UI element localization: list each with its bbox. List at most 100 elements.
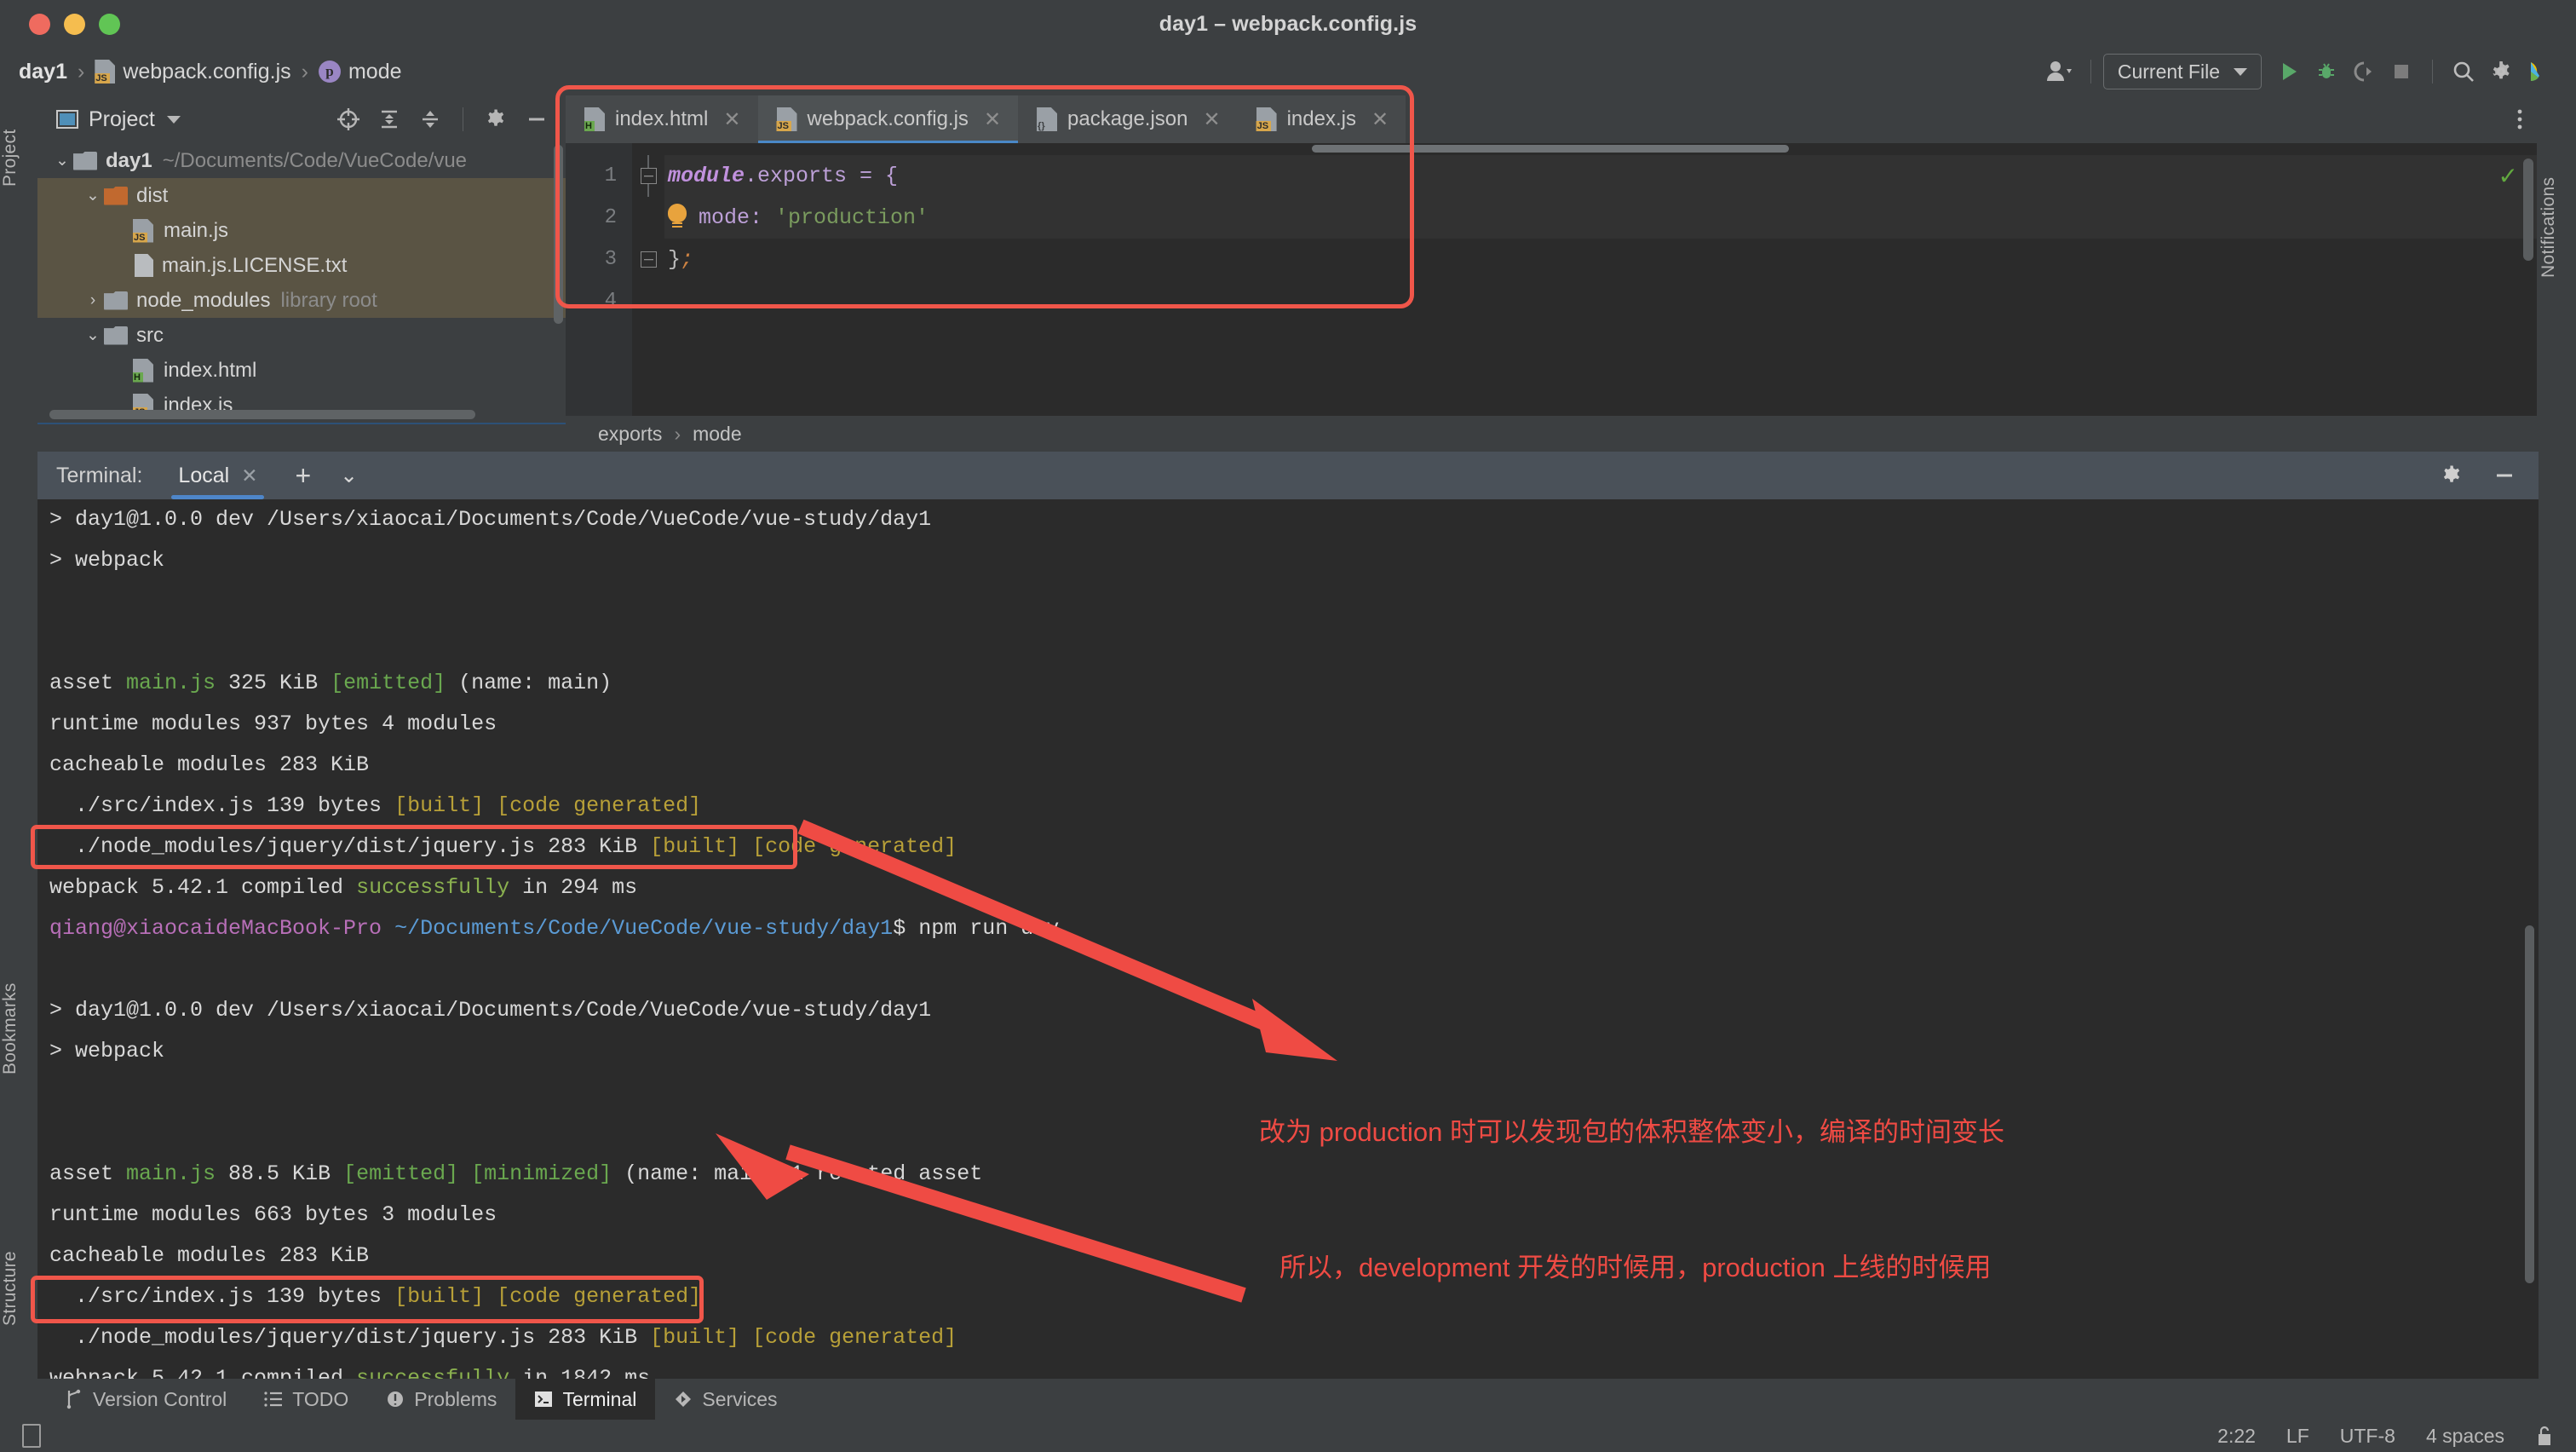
debug-icon[interactable] [2308,53,2345,90]
terminal-text: ./src/index.js 139 bytes [49,793,394,818]
status-bar: 2:22 LF UTF-8 4 spaces [0,1420,2576,1452]
project-tree[interactable]: ⌄ day1 ~/Documents/Code/VueCode/vue ⌄ di… [37,143,566,424]
tree-row-day1[interactable]: ⌄ day1 ~/Documents/Code/VueCode/vue [37,143,566,178]
hide-panel-icon[interactable] [516,99,557,140]
gear-icon[interactable] [475,99,516,140]
stripe-structure[interactable]: Structure [0,1212,37,1365]
terminal-scrollbar[interactable] [2525,925,2534,1283]
chevron-down-icon[interactable] [167,116,181,124]
code-line-2[interactable]: mode: 'production' [664,197,2539,239]
unlocked-icon[interactable] [2535,1425,2554,1447]
hide-panel-icon[interactable] [2493,464,2516,487]
chevron-right-icon[interactable]: › [82,291,104,310]
code-line-4[interactable] [664,280,2539,322]
fold-toggle-icon[interactable] [641,251,657,268]
tree-row-main-license[interactable]: main.js.LICENSE.txt [37,248,566,283]
tool-button-label: Services [702,1388,777,1411]
breadcrumb[interactable]: day1 › JS webpack.config.js › p mode [19,60,402,84]
breadcrumb-project[interactable]: day1 [19,60,67,84]
tree-row-dist[interactable]: ⌄ dist [37,178,566,213]
close-icon[interactable]: ✕ [241,464,257,487]
code-folding-gutter[interactable] [632,143,664,452]
editor-tab-index-js[interactable]: JS index.js ✕ [1238,95,1406,143]
terminal-line: asset main.js 325 KiB [emitted] (name: m… [37,663,2539,704]
user-avatar-icon[interactable] [2041,53,2079,90]
close-icon[interactable]: ✕ [1371,107,1389,132]
editor-tab-index-html[interactable]: H index.html ✕ [566,95,758,143]
tree-row-index-html[interactable]: H index.html [37,353,566,388]
breadcrumb-exports[interactable]: exports [598,423,662,446]
project-vertical-scrollbar[interactable] [554,145,563,324]
inspection-ok-icon[interactable]: ✓ [2498,162,2518,190]
close-icon[interactable]: ✕ [723,107,740,132]
breadcrumb-mode[interactable]: mode [693,423,742,446]
tree-label: node_modules [136,289,270,313]
editor-horizontal-scrollbar[interactable] [1312,145,1789,153]
terminal-text: [built] [code generated] [650,1325,957,1350]
tree-row-src[interactable]: ⌄ src [37,318,566,353]
annotation-note-2: 所以，development 开发的时候用，production 上线的时候用 [1279,1246,1992,1284]
tree-row-selected[interactable] [37,423,566,424]
close-icon[interactable]: ✕ [1203,107,1220,132]
project-horizontal-scrollbar[interactable] [49,410,475,419]
code-line-3[interactable]: }; [664,239,2539,280]
project-tool-window: Project [37,95,566,452]
settings-icon[interactable] [2482,53,2520,90]
terminal-text: [emitted] [minimized] [343,1161,612,1186]
line-number: 1 [566,155,617,197]
breadcrumb-file[interactable]: JS webpack.config.js [95,60,290,84]
line-separator[interactable]: LF [2286,1425,2309,1448]
updates-icon[interactable] [2520,53,2557,90]
editor-tab-options[interactable] [2516,95,2539,143]
tree-label: src [136,324,164,348]
search-icon[interactable] [2445,53,2482,90]
code-line-1[interactable]: module.exports = { [664,155,2539,197]
indent-setting[interactable]: 4 spaces [2426,1425,2504,1448]
stripe-bookmarks[interactable]: Bookmarks [0,948,37,1109]
editor-vertical-scrollbar[interactable] [2523,158,2533,261]
code-text-area[interactable]: module.exports = { mode: 'production' }; [664,143,2539,452]
folder-icon [104,326,128,345]
chevron-down-icon[interactable]: ⌄ [82,186,104,205]
file-encoding[interactable]: UTF-8 [2340,1425,2395,1448]
new-terminal-button[interactable]: + [295,460,311,492]
run-icon[interactable] [2270,53,2308,90]
tool-button-todo[interactable]: TODO [245,1379,367,1420]
terminal-text: asset [49,671,126,695]
tree-note: ~/Documents/Code/VueCode/vue [163,149,467,173]
select-opened-file-icon[interactable] [328,99,369,140]
status-bar-right: 2:22 LF UTF-8 4 spaces [2217,1425,2576,1448]
tool-button-services[interactable]: Services [655,1379,796,1420]
editor-tab-package-json[interactable]: {} package.json ✕ [1018,95,1238,143]
tree-row-main-js[interactable]: JS main.js [37,213,566,248]
gear-icon[interactable] [2440,464,2464,487]
tool-button-version-control[interactable]: Version Control [46,1379,245,1420]
breadcrumb-symbol[interactable]: p mode [319,60,402,84]
close-icon[interactable]: ✕ [984,107,1001,132]
chevron-down-icon[interactable]: ⌄ [51,151,73,170]
chevron-down-icon[interactable]: ⌄ [82,326,104,345]
editor-bottom-breadcrumb[interactable]: exports › mode [566,416,2539,452]
terminal-tab-local[interactable]: Local ✕ [171,452,264,499]
collapse-all-icon[interactable] [410,99,451,140]
stripe-notifications[interactable]: Notifications [2539,130,2576,326]
expand-all-icon[interactable] [369,99,410,140]
caret-position[interactable]: 2:22 [2217,1425,2256,1448]
tool-button-problems[interactable]: Problems [367,1379,515,1420]
document-icon[interactable] [22,1424,41,1448]
fold-toggle-icon[interactable] [641,168,657,184]
stripe-project[interactable]: Project [0,102,37,213]
tool-button-terminal[interactable]: Terminal [515,1379,655,1420]
run-configuration-selector[interactable]: Current File [2103,54,2262,89]
tree-row-node-modules[interactable]: › node_modules library root [37,283,566,318]
stop-icon[interactable] [2383,53,2420,90]
terminal-text: main.js [126,1161,216,1186]
code-editor[interactable]: 1 2 3 4 module.exports = { mode: 'produc… [566,143,2539,452]
terminal-text: in 1842 ms [509,1366,650,1379]
js-file-icon: JS [1256,107,1277,131]
chevron-down-icon[interactable]: ⌄ [340,463,358,488]
terminal-text: webpack 5.42.1 compiled [49,1366,356,1379]
editor-tab-webpack-config-js[interactable]: JS webpack.config.js ✕ [758,95,1019,143]
run-with-coverage-icon[interactable] [2345,53,2383,90]
intention-bulb-icon[interactable] [668,204,687,228]
